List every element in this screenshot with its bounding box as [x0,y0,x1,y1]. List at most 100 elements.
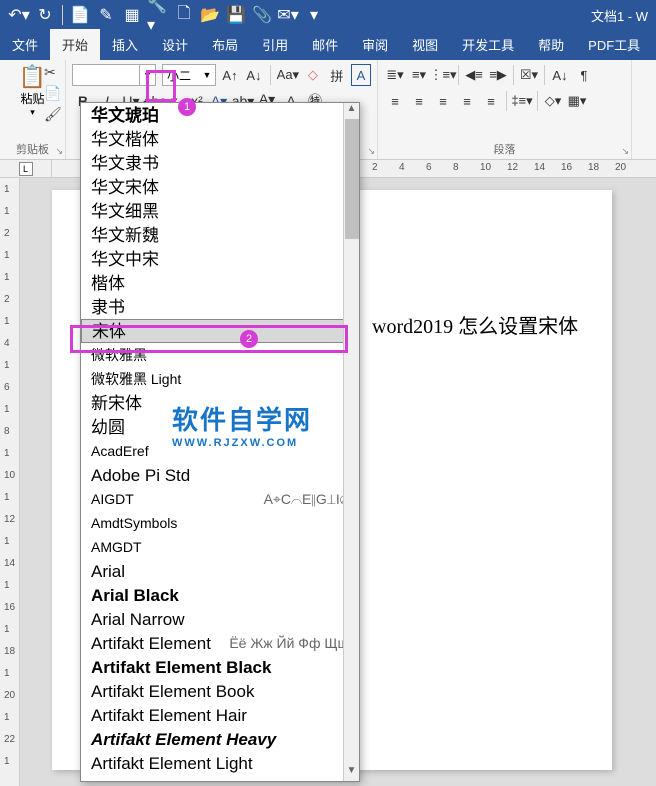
font-item[interactable]: Artifakt Element Light [81,751,359,775]
show-marks-icon[interactable]: ¶ [573,64,595,86]
font-item[interactable]: 华文中宋 [81,247,359,271]
font-item-label: AIGDT [91,488,134,511]
align-center-icon[interactable]: ≡ [408,90,430,112]
distributed-icon[interactable]: ≡ [480,90,502,112]
tab-selector[interactable]: L [19,162,33,176]
font-item[interactable]: Arial [81,559,359,583]
borders-icon[interactable]: ▦▾ [566,90,588,112]
font-item[interactable]: 楷体 [81,271,359,295]
redo-button[interactable]: ↻ [34,4,56,26]
new-doc-icon[interactable]: 🗋 [173,4,195,26]
ruler-tick: 8 [453,162,459,173]
font-item[interactable]: AmdtSymbols [81,511,359,535]
change-case-icon[interactable]: Aa▾ [277,64,299,86]
font-item-label: 楷体 [91,272,125,295]
ruler-tick: 2 [372,162,378,173]
scroll-down-icon[interactable]: ▼ [344,765,359,781]
asian-layout-icon[interactable]: ☒▾ [518,64,540,86]
open-icon[interactable]: 📂 [199,4,221,26]
tab-insert[interactable]: 插入 [100,29,150,60]
font-item[interactable]: 隶书 [81,295,359,319]
font-item[interactable]: Arial Narrow [81,607,359,631]
qat-icon-2[interactable]: ✎ [95,4,117,26]
font-item[interactable]: Arial Black [81,583,359,607]
font-name-combobox[interactable]: ▼ [72,64,156,86]
ruler-tick: 16 [4,602,15,613]
save-icon[interactable]: 💾 [225,4,247,26]
decrease-indent-icon[interactable]: ◀≡ [463,64,485,86]
multilevel-list-icon[interactable]: ⋮≡▾ [432,64,454,86]
bullet-list-icon[interactable]: ≣▾ [384,64,406,86]
font-item-label: 华文隶书 [91,152,159,175]
align-right-icon[interactable]: ≡ [432,90,454,112]
font-size-dropdown-button[interactable]: ▼ [199,70,215,80]
tab-design[interactable]: 设计 [150,29,200,60]
font-item-label: 华文琥珀 [91,104,159,127]
qat-icon-1[interactable]: 📄 [69,4,91,26]
font-item[interactable]: 华文新魏 [81,223,359,247]
font-item[interactable]: AIGDTA⌖C⌒E∥G⟂I⌀ [81,487,359,511]
tab-references[interactable]: 引用 [250,29,300,60]
tab-review[interactable]: 审阅 [350,29,400,60]
font-name-input[interactable] [73,65,139,85]
tab-file[interactable]: 文件 [0,29,50,60]
increase-font-icon[interactable]: A↑ [220,64,240,86]
sort-icon[interactable]: A↓ [549,64,571,86]
tab-view[interactable]: 视图 [400,29,450,60]
font-item-label: AMGDT [91,536,142,559]
font-item[interactable]: AMGDT [81,535,359,559]
copy-icon[interactable]: 📄 [44,85,62,102]
decrease-font-icon[interactable]: A↓ [244,64,264,86]
ruler-tick: 1 [4,404,10,415]
scrollbar[interactable]: ▲ ▼ [343,103,359,781]
font-dialog-launcher[interactable]: ↘ [367,146,375,157]
tab-home[interactable]: 开始 [50,29,100,60]
format-painter-icon[interactable]: 🖌 [44,106,62,123]
cut-icon[interactable]: ✂ [44,64,62,81]
document-text[interactable]: word2019 怎么设置宋体 [372,310,592,339]
justify-icon[interactable]: ≡ [456,90,478,112]
tab-help[interactable]: 帮助 [526,29,576,60]
ruler-tick: 1 [4,624,10,635]
paragraph-dialog-launcher[interactable]: ↘ [621,146,629,157]
font-item[interactable]: Adobe Pi Std [81,463,359,487]
phonetic-guide-icon[interactable]: 拼 [327,64,347,86]
clear-formatting-icon[interactable]: ◇ [303,64,323,86]
tab-pdf[interactable]: PDF工具 [576,29,652,60]
font-item[interactable]: 微软雅黑 Light [81,367,359,391]
font-item[interactable]: Artifakt Element Book [81,679,359,703]
qat-icon-4[interactable]: 🔧▾ [147,4,169,26]
clipboard-dialog-launcher[interactable]: ↘ [55,146,63,157]
mail-icon[interactable]: ✉▾ [277,4,299,26]
font-item[interactable]: 华文隶书 [81,151,359,175]
scroll-up-icon[interactable]: ▲ [344,103,359,119]
shading-icon[interactable]: ◇▾ [542,90,564,112]
tab-mailings[interactable]: 邮件 [300,29,350,60]
font-item-label: 新宋体 [91,392,142,415]
increase-indent-icon[interactable]: ≡▶ [487,64,509,86]
ruler-tick: 1 [4,756,10,767]
char-border-icon[interactable]: A [351,64,371,86]
tab-layout[interactable]: 布局 [200,29,250,60]
ruler-tick: 1 [4,668,10,679]
font-item[interactable]: Artifakt Element Hair [81,703,359,727]
tab-developer[interactable]: 开发工具 [450,29,526,60]
font-item[interactable]: 华文楷体 [81,127,359,151]
qat-icon-3[interactable]: ▦ [121,4,143,26]
font-item[interactable]: Artifakt Element Heavy [81,727,359,751]
qat-more-icon[interactable]: ▾ [303,4,325,26]
line-spacing-icon[interactable]: ‡≡▾ [511,90,533,112]
number-list-icon[interactable]: ≡▾ [408,64,430,86]
undo-button[interactable]: ↶▾ [8,4,30,26]
scroll-thumb[interactable] [345,119,359,239]
font-item[interactable]: Artifakt Element Black [81,655,359,679]
font-item[interactable]: 华文琥珀 [81,103,359,127]
font-item[interactable]: Artifakt ElementЁё Жж Йй Фф Щщ [81,631,359,655]
font-item[interactable]: 华文细黑 [81,199,359,223]
ruler-vertical: 1121121416181101121141161181201221 [0,178,20,786]
attach-icon[interactable]: 📎 [251,4,273,26]
annotation-marker-2: 2 [240,330,258,348]
watermark-line1: 软件自学网 [172,400,312,437]
font-item[interactable]: 华文宋体 [81,175,359,199]
align-left-icon[interactable]: ≡ [384,90,406,112]
